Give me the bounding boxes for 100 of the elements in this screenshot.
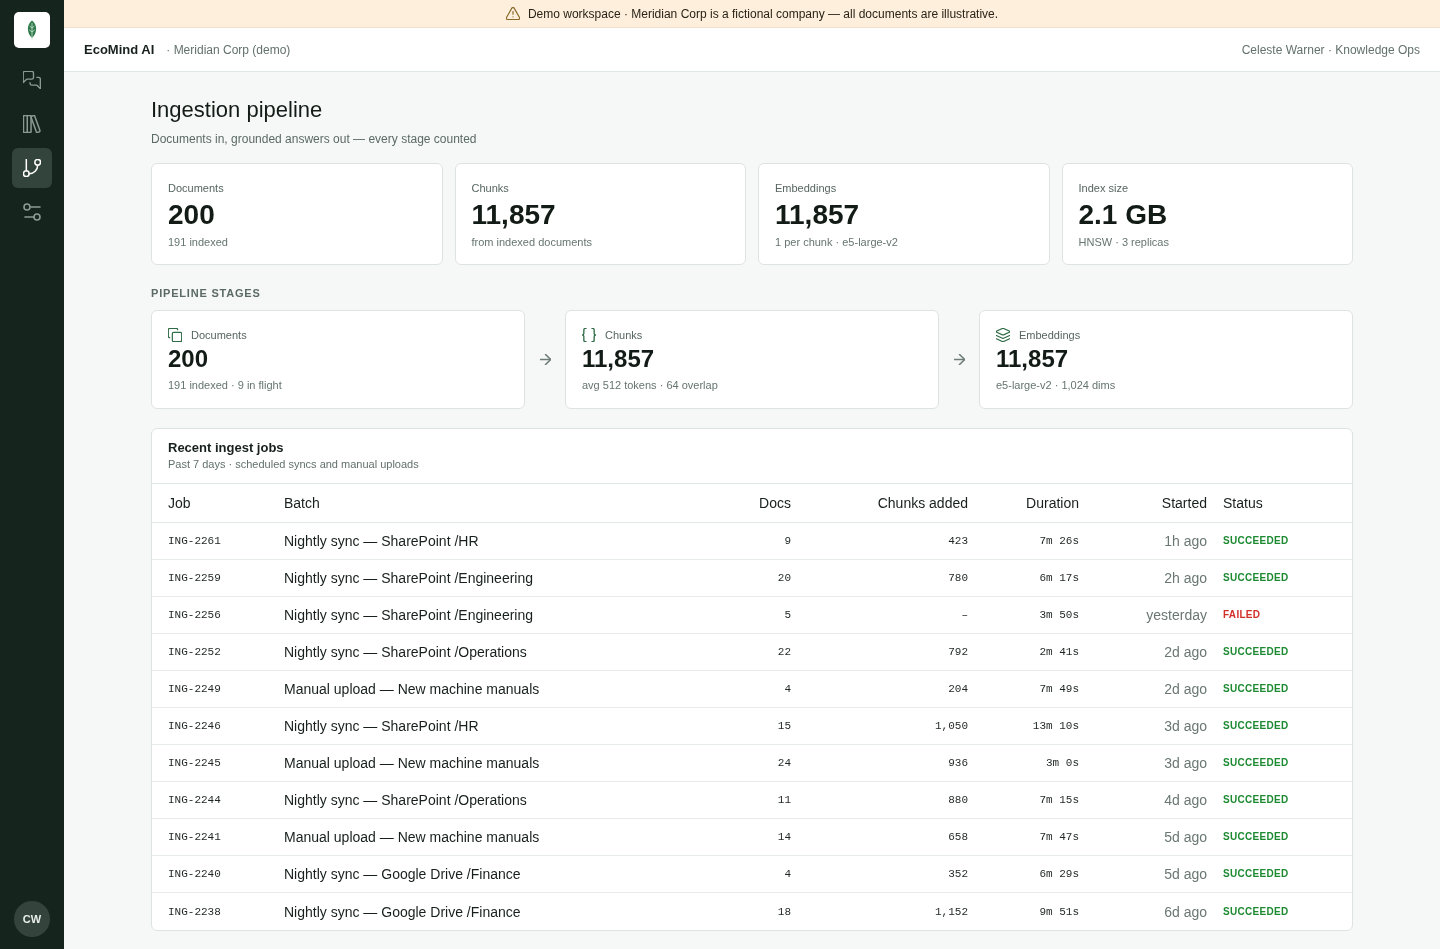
arrow-right-icon bbox=[539, 354, 551, 365]
job-id: ING-2246 bbox=[168, 719, 221, 733]
stat-note: from indexed documents bbox=[471, 235, 592, 249]
chunks-added: 423 bbox=[948, 534, 968, 548]
column-header: Job bbox=[168, 494, 191, 512]
duration: 3m 50s bbox=[1039, 608, 1079, 622]
braces-icon bbox=[582, 328, 596, 342]
duration: 7m 47s bbox=[1039, 830, 1079, 844]
docs-count: 24 bbox=[777, 756, 791, 770]
docs-count: 15 bbox=[777, 719, 791, 733]
stat-value: 200 bbox=[168, 199, 215, 231]
job-id: ING-2259 bbox=[168, 571, 221, 585]
arrow-right-icon bbox=[953, 354, 965, 365]
started-time: 3d ago bbox=[1164, 717, 1207, 735]
stat-label: Documents bbox=[168, 181, 224, 195]
chunks-added: 1,152 bbox=[935, 904, 968, 919]
started-time: yesterday bbox=[1146, 606, 1207, 624]
batch-name: Nightly sync — SharePoint /HR bbox=[284, 532, 479, 550]
docs-count: 4 bbox=[784, 682, 791, 696]
duration: 7m 26s bbox=[1039, 534, 1079, 548]
docs-count: 18 bbox=[777, 904, 791, 919]
stat-label: Index size bbox=[1078, 181, 1129, 195]
duration: 3m 0s bbox=[1046, 756, 1079, 770]
stage-label: Documents bbox=[191, 328, 247, 342]
started-time: 4d ago bbox=[1164, 791, 1207, 809]
duration: 7m 49s bbox=[1039, 682, 1079, 696]
workspace-name: · Meridian Corp (demo) bbox=[166, 41, 291, 58]
column-header: Docs bbox=[759, 494, 791, 512]
started-time: 1h ago bbox=[1164, 532, 1207, 550]
chunks-added: 352 bbox=[948, 867, 968, 881]
docs-count: 14 bbox=[777, 830, 791, 844]
user-name: Celeste Warner · Knowledge Ops bbox=[1241, 41, 1420, 58]
job-id: ING-2240 bbox=[168, 867, 221, 881]
stage-note: avg 512 tokens · 64 overlap bbox=[582, 378, 718, 392]
page-subtitle: Documents in, grounded answers out — every stage counted bbox=[151, 131, 477, 147]
status-text: SUCCEEDED bbox=[1223, 720, 1289, 732]
stage-note: e5-large-v2 · 1,024 dims bbox=[996, 378, 1116, 392]
stage-value: 11,857 bbox=[996, 345, 1069, 373]
stat-note: HNSW · 3 replicas bbox=[1078, 235, 1169, 249]
job-id: ING-2238 bbox=[168, 904, 221, 919]
status-text: SUCCEEDED bbox=[1223, 572, 1289, 584]
status-text: SUCCEEDED bbox=[1223, 757, 1289, 769]
chunks-added: – bbox=[961, 608, 968, 622]
chunks-added: 792 bbox=[948, 645, 968, 659]
chunks-added: 780 bbox=[948, 571, 968, 585]
batch-name: Nightly sync — Google Drive /Finance bbox=[284, 902, 521, 921]
stat-value: 11,857 bbox=[775, 199, 860, 231]
status-text: SUCCEEDED bbox=[1223, 683, 1289, 695]
documents-icon bbox=[168, 328, 182, 342]
page-title: Ingestion pipeline bbox=[151, 96, 323, 124]
started-time: 2d ago bbox=[1164, 680, 1207, 698]
job-id: ING-2244 bbox=[168, 793, 221, 807]
stage-note: 191 indexed · 9 in flight bbox=[168, 378, 282, 392]
column-header: Chunks added bbox=[877, 494, 968, 512]
duration: 7m 15s bbox=[1039, 793, 1079, 807]
started-time: 3d ago bbox=[1164, 754, 1207, 772]
job-id: ING-2245 bbox=[168, 756, 221, 770]
stat-value: 11,857 bbox=[471, 199, 556, 231]
started-time: 2d ago bbox=[1164, 643, 1207, 661]
stat-label: Embeddings bbox=[775, 181, 837, 195]
chunks-added: 880 bbox=[948, 793, 968, 807]
job-id: ING-2256 bbox=[168, 608, 221, 622]
warning-icon bbox=[505, 7, 520, 20]
section-heading: PIPELINE STAGES bbox=[151, 286, 261, 300]
nav-button[interactable] bbox=[12, 148, 52, 188]
docs-count: 20 bbox=[777, 571, 791, 585]
chunks-added: 204 bbox=[948, 682, 968, 696]
column-header: Batch bbox=[284, 494, 320, 512]
books-icon bbox=[23, 115, 41, 133]
job-id: ING-2252 bbox=[168, 645, 221, 659]
user-avatar[interactable]: CW bbox=[14, 901, 50, 937]
leaf-logo-icon bbox=[14, 12, 50, 48]
docs-count: 22 bbox=[777, 645, 791, 659]
stat-note: 1 per chunk · e5-large-v2 bbox=[775, 235, 898, 249]
started-time: 2h ago bbox=[1164, 569, 1207, 587]
started-time: 5d ago bbox=[1164, 828, 1207, 846]
sliders-icon bbox=[23, 203, 41, 221]
brand-name: EcoMind AI bbox=[84, 41, 155, 58]
batch-name: Manual upload — New machine manuals bbox=[284, 680, 540, 698]
status-text: SUCCEEDED bbox=[1223, 535, 1289, 547]
table-subtitle: Past 7 days · scheduled syncs and manual uploads bbox=[168, 457, 419, 471]
chat-icon bbox=[23, 71, 41, 89]
status-text: SUCCEEDED bbox=[1223, 905, 1289, 918]
batch-name: Manual upload — New machine manuals bbox=[284, 754, 540, 772]
batch-name: Manual upload — New machine manuals bbox=[284, 828, 540, 846]
duration: 13m 10s bbox=[1032, 719, 1079, 733]
chunks-added: 1,050 bbox=[935, 719, 968, 733]
batch-name: Nightly sync — SharePoint /HR bbox=[284, 717, 479, 735]
stage-label: Chunks bbox=[605, 328, 643, 342]
batch-name: Nightly sync — SharePoint /Engineering bbox=[284, 569, 534, 587]
layers-icon bbox=[996, 328, 1010, 342]
stat-value: 2.1 GB bbox=[1078, 199, 1168, 231]
job-id: ING-2261 bbox=[168, 534, 221, 548]
stage-value: 200 bbox=[168, 345, 209, 373]
batch-name: Nightly sync — SharePoint /Operations bbox=[284, 643, 527, 661]
branch-icon bbox=[23, 159, 41, 177]
status-text: SUCCEEDED bbox=[1223, 831, 1289, 843]
stage-label: Embeddings bbox=[1019, 328, 1081, 342]
status-text: FAILED bbox=[1223, 609, 1261, 621]
stat-note: 191 indexed bbox=[168, 235, 228, 249]
